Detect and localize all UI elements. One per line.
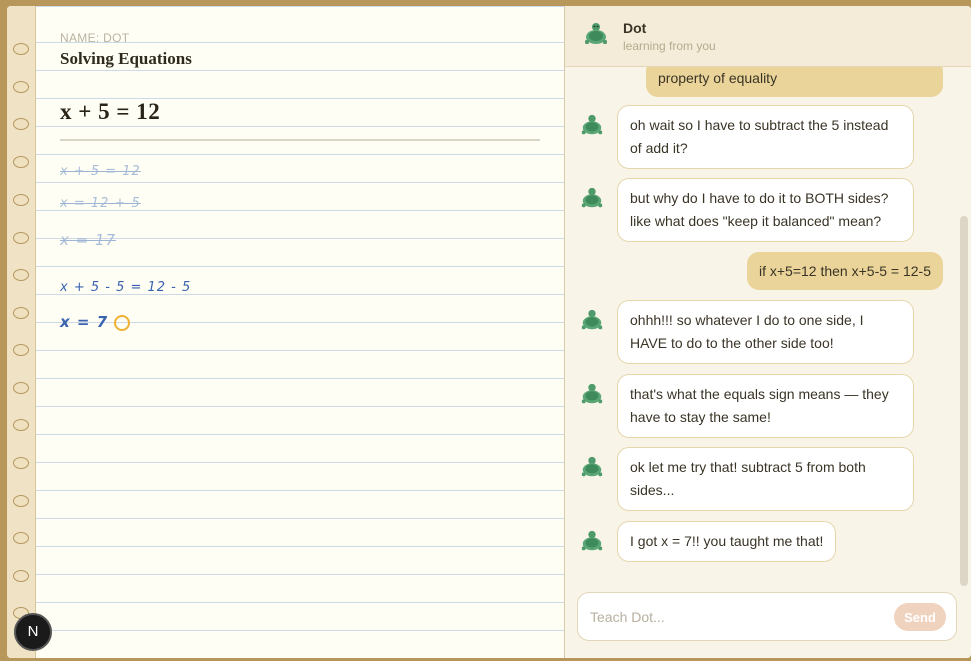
- binding-ring: [13, 232, 29, 244]
- bot-message: ohhh!!! so whatever I do to one side, I …: [617, 300, 914, 364]
- work-line: x + 5 - 5 = 12 - 5: [60, 280, 192, 295]
- binding-ring: [13, 570, 29, 582]
- turtle-icon: [581, 530, 603, 551]
- message-composer: Send: [577, 592, 957, 641]
- binding-ring: [13, 382, 29, 394]
- binding-ring: [13, 156, 29, 168]
- binding-ring: [13, 419, 29, 431]
- dev-tools-badge[interactable]: N: [14, 613, 52, 651]
- bot-message: I got x = 7!! you taught me that!: [617, 521, 837, 562]
- teach-input[interactable]: [590, 605, 880, 629]
- user-message: if x+5=12 then x+5-5 = 12-5: [746, 252, 943, 290]
- bot-message: but why do I have to do it to BOTH sides…: [617, 178, 914, 242]
- user-message: property of equality: [646, 67, 943, 97]
- turtle-icon: [581, 187, 603, 208]
- turtle-icon: [581, 114, 603, 135]
- chat-contact-status: learning from you: [623, 39, 716, 53]
- app-frame: NAME: DOT Solving Equations x + 5 = 12 x…: [7, 6, 971, 658]
- chat-panel: Dot learning from you property of equali…: [565, 6, 971, 658]
- binding-ring: [13, 269, 29, 281]
- work-line-struck: x + 5 = 12: [60, 164, 141, 179]
- binding-ring: [13, 495, 29, 507]
- chat-scrollbar[interactable]: [960, 216, 968, 586]
- bot-message: oh wait so I have to subtract the 5 inst…: [617, 105, 914, 169]
- chat-contact-name: Dot: [623, 20, 647, 36]
- binding-ring: [13, 457, 29, 469]
- binding-ring: [13, 43, 29, 55]
- answer-circle-icon: [114, 314, 131, 331]
- answer-text: x = 7: [60, 313, 109, 331]
- work-line-answer: x = 7: [60, 313, 131, 331]
- bot-message: that's what the equals sign means — they…: [617, 374, 914, 438]
- message-list[interactable]: property of equality oh wait so I have t…: [565, 67, 959, 587]
- binding-ring: [13, 344, 29, 356]
- turtle-icon: [581, 383, 603, 404]
- spiral-binding: [7, 6, 36, 658]
- chat-header: Dot learning from you: [565, 6, 971, 67]
- page-title: Solving Equations: [60, 49, 192, 68]
- send-button[interactable]: Send: [894, 603, 946, 631]
- name-label: NAME: DOT: [60, 31, 130, 45]
- work-line-struck: x = 17: [60, 231, 117, 249]
- problem-equation: x + 5 = 12: [60, 99, 161, 124]
- binding-ring: [13, 118, 29, 130]
- turtle-icon: [585, 23, 607, 44]
- turtle-icon: [581, 456, 603, 477]
- binding-ring: [13, 194, 29, 206]
- turtle-icon: [581, 309, 603, 330]
- binding-ring: [13, 307, 29, 319]
- equation-underline: [60, 139, 540, 141]
- binding-ring: [13, 81, 29, 93]
- binding-ring: [13, 532, 29, 544]
- work-line-struck: x = 12 + 5: [60, 196, 141, 211]
- bot-message: ok let me try that! subtract 5 from both…: [617, 447, 914, 511]
